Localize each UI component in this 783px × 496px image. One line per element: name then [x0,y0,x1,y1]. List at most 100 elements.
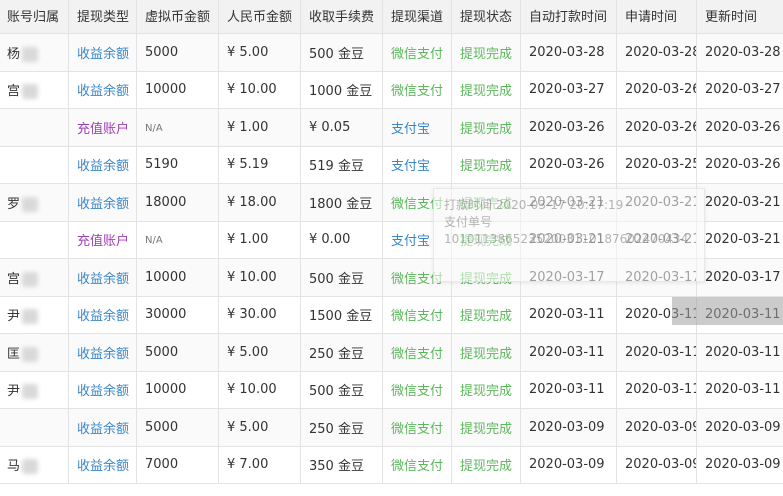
type-text: 收益余额 [77,346,130,362]
virtual-amount-text: 10000 [145,82,187,98]
fee-text: 1500 金豆 [309,309,373,325]
type-cell[interactable]: 充值账户 [68,108,137,147]
header-fee[interactable]: 收取手续费 [300,0,383,34]
header-type[interactable]: 提现类型 [68,0,137,34]
type-cell[interactable]: 充值账户 [68,220,137,259]
account-cell[interactable]: 宫 [0,70,69,109]
type-text: 收益余额 [77,196,130,212]
fee-text: 1000 金豆 [309,84,373,100]
header-rmb-amount[interactable]: 人民币金额 [218,0,301,34]
account-cell[interactable] [0,220,69,259]
type-text: 收益余额 [77,84,130,100]
account-cell[interactable]: 匡 [0,333,69,372]
update-time-cell: 2020-03-17 [696,258,783,297]
channel-text: 微信支付 [391,309,444,325]
auto-pay-time-cell: 2020-03-09 [520,445,617,484]
header-virtual-amount[interactable]: 虚拟币金额 [136,0,219,34]
update-time-cell: 2020-03-26 [696,145,783,184]
table-row[interactable]: 杨 收益余额 5000 ¥ 5.00 500 金豆 微信支付 提现完成 2020-03-28 2… [0,33,783,72]
account-cell[interactable]: 尹 [0,370,69,409]
rmb-amount-cell: ¥ 1.00 [218,108,301,147]
type-cell[interactable]: 收益余额 [68,145,137,184]
channel-cell: 微信支付 [382,70,452,109]
header-apply-time[interactable]: 申请时间 [616,0,697,34]
type-text: 充值账户 [77,234,130,250]
table-row[interactable]: 收益余额 5190 ¥ 5.19 519 金豆 支付宝 提现完成 2020-03-26 202… [0,145,783,184]
table-row[interactable]: 尹 收益余额 10000 ¥ 10.00 500 金豆 微信支付 提现完成 2020-03-1… [0,370,783,409]
channel-text: 微信支付 [391,346,444,362]
apply-time-cell: 2020-03-09 [616,445,697,484]
update-time-text: 2020-03-26 [705,157,781,173]
type-cell[interactable]: 收益余额 [68,258,137,297]
type-cell[interactable]: 收益余额 [68,370,137,409]
virtual-amount-text: N/A [145,122,163,134]
redacted-name-mask [22,309,39,325]
auto-pay-time-text: 2020-03-27 [529,82,605,98]
fee-cell: ¥ 0.05 [300,108,383,147]
type-cell[interactable]: 收益余额 [68,183,137,222]
account-cell[interactable]: 尹 [0,295,69,334]
header-auto-pay-time[interactable]: 自动打款时间 [520,0,617,34]
status-cell: 提现完成 [451,295,521,334]
account-cell[interactable] [0,408,69,447]
auto-pay-time-text: 2020-03-11 [529,382,605,398]
status-text: 提现完成 [460,84,513,100]
auto-pay-time-cell: 2020-03-27 [520,70,617,109]
rmb-amount-cell: ¥ 18.00 [218,183,301,222]
header-status[interactable]: 提现状态 [451,0,521,34]
type-cell[interactable]: 收益余额 [68,33,137,72]
tooltip-pay-time: 打款时间 2020-03-17 20:17:19 [444,198,624,212]
auto-pay-time-cell: 2020-03-11 [520,370,617,409]
virtual-amount-text: 5190 [145,157,179,173]
table-row[interactable]: 宫 收益余额 10000 ¥ 10.00 1000 金豆 微信支付 提现完成 2020-03-… [0,70,783,109]
rmb-amount-text: ¥ 1.00 [227,119,269,135]
header-account[interactable]: 账号归属 [0,0,69,34]
update-time-text: 2020-03-11 [705,382,781,398]
update-time-cell: 2020-03-21 [696,183,783,222]
apply-time-text: 2020-03-11 [625,344,697,360]
table-row[interactable]: 马 收益余额 7000 ¥ 7.00 350 金豆 微信支付 提现完成 2020-03-09 2… [0,445,783,484]
rmb-amount-text: ¥ 5.19 [227,157,269,173]
account-cell[interactable]: 马 [0,445,69,484]
status-text: 提现完成 [460,346,513,362]
type-cell[interactable]: 收益余额 [68,295,137,334]
table-row[interactable]: 收益余额 5000 ¥ 5.00 250 金豆 微信支付 提现完成 2020-03-09 20… [0,408,783,447]
type-text: 收益余额 [77,309,130,325]
type-cell[interactable]: 收益余额 [68,70,137,109]
account-cell[interactable] [0,108,69,147]
redacted-name-mask [22,46,39,62]
channel-cell: 微信支付 [382,408,452,447]
fee-text: 519 金豆 [309,159,364,175]
rmb-amount-cell: ¥ 5.00 [218,333,301,372]
type-cell[interactable]: 收益余额 [68,333,137,372]
type-text: 收益余额 [77,271,130,287]
header-channel[interactable]: 提现渠道 [382,0,452,34]
status-text: 提现完成 [460,159,513,175]
update-time-cell: 2020-03-09 [696,445,783,484]
status-text: 提现完成 [460,121,513,137]
rmb-amount-text: ¥ 5.00 [227,344,269,360]
table-row[interactable]: 充值账户 N/A ¥ 1.00 ¥ 0.05 支付宝 提现完成 2020-03-26 2020… [0,108,783,147]
update-time-cell: 2020-03-11 [696,333,783,372]
account-cell[interactable]: 罗 [0,183,69,222]
virtual-amount-text: 5000 [145,344,179,360]
auto-pay-time-text: 2020-03-09 [529,419,605,435]
rmb-amount-cell: ¥ 7.00 [218,445,301,484]
account-cell[interactable]: 宫 [0,258,69,297]
redacted-name-mask [22,84,39,100]
table-header-row: 账号归属 提现类型 虚拟币金额 人民币金额 收取手续费 提现渠道 提现状态 自动… [0,0,783,34]
table-row[interactable]: 尹 收益余额 30000 ¥ 30.00 1500 金豆 微信支付 提现完成 2020-03-… [0,295,783,334]
apply-time-text: 2020-03-09 [625,419,697,435]
virtual-amount-text: 7000 [145,457,179,473]
update-time-text: 2020-03-21 [705,232,781,248]
account-cell[interactable]: 杨 [0,33,69,72]
header-update-time[interactable]: 更新时间 [696,0,783,34]
rmb-amount-cell: ¥ 5.00 [218,33,301,72]
account-text: 尹 [7,384,21,400]
account-cell[interactable] [0,145,69,184]
table-row[interactable]: 匡 收益余额 5000 ¥ 5.00 250 金豆 微信支付 提现完成 2020-03-11 2… [0,333,783,372]
update-time-cell: 2020-03-11 [696,370,783,409]
type-cell[interactable]: 收益余额 [68,445,137,484]
type-cell[interactable]: 收益余额 [68,408,137,447]
virtual-amount-cell: 18000 [136,183,219,222]
